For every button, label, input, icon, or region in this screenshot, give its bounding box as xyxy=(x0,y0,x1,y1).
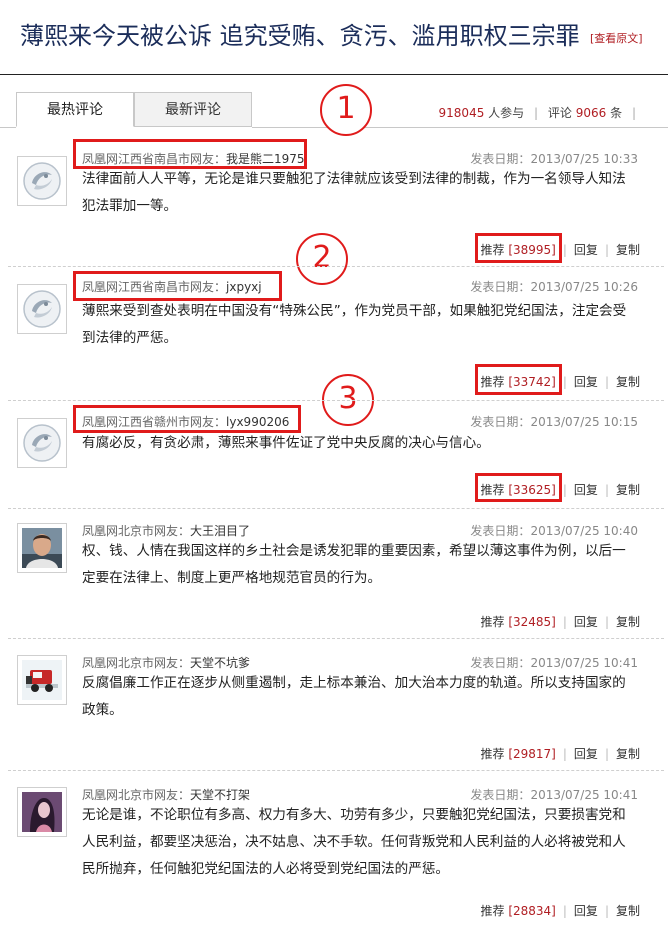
comment-author: 凤凰网北京市网友：天堂不打架 xyxy=(82,786,250,803)
copy-button[interactable]: 复制 xyxy=(616,243,640,257)
reply-button[interactable]: 回复 xyxy=(574,243,598,257)
copy-button[interactable]: 复制 xyxy=(616,483,640,497)
date-prefix: 发表日期： xyxy=(470,788,531,802)
comment-divider xyxy=(8,266,664,267)
participant-count: 918045 xyxy=(438,106,485,120)
comment-date: 发表日期：2013/07/25 10:26 xyxy=(470,278,638,295)
reply-button[interactable]: 回复 xyxy=(574,615,598,629)
participant-label: 人参与 xyxy=(488,106,525,120)
stats-separator: | xyxy=(534,106,539,120)
article-header: 薄熙来今天被公诉 追究受贿、贪污、滥用职权三宗罪 [查看原文] xyxy=(0,0,668,75)
date-prefix: 发表日期： xyxy=(470,152,531,166)
highlight-box-votes-3 xyxy=(475,473,562,502)
recommend-button[interactable]: 推荐 [29817] xyxy=(480,747,555,761)
recommend-count: [28834] xyxy=(508,904,556,918)
date-value: 2013/07/25 10:15 xyxy=(530,415,638,429)
date-value: 2013/07/25 10:41 xyxy=(530,788,638,802)
comment-text: 薄熙来受到查处表明在中国没有“特殊公民”，作为党员干部，如果触犯党纪国法，注定会… xyxy=(82,303,627,346)
comment-text: 有腐必反，有贪必肃，薄熙来事件佐证了党中央反腐的决心与信心。 xyxy=(82,435,490,451)
tab-hot-comments[interactable]: 最热评论 xyxy=(16,92,134,127)
view-original-link[interactable]: [查看原文] xyxy=(590,30,643,46)
phoenix-logo-icon xyxy=(23,290,61,328)
avatar[interactable] xyxy=(17,523,67,573)
comment-stats: 918045 人参与 | 评论 9066 条 | xyxy=(439,104,642,121)
date-prefix: 发表日期： xyxy=(470,415,531,429)
comment-date: 发表日期：2013/07/25 10:41 xyxy=(470,654,638,671)
reply-button[interactable]: 回复 xyxy=(574,375,598,389)
highlight-box-author-3 xyxy=(73,405,301,433)
date-prefix: 发表日期： xyxy=(470,524,531,538)
comment-label: 评论 xyxy=(547,106,572,120)
stats-separator: | xyxy=(631,106,636,120)
recommend-count: [32485] xyxy=(508,615,556,629)
comment-tabs: 最热评论 最新评论 xyxy=(16,92,252,128)
avatar[interactable] xyxy=(17,418,67,468)
comment-unit: 条 xyxy=(610,106,623,120)
comment-date: 发表日期：2013/07/25 10:41 xyxy=(470,786,638,803)
comment-text: 反腐倡廉工作正在逐步从侧重遏制，走上标本兼治、加大治本力度的轨道。所以支持国家的… xyxy=(82,675,626,718)
recommend-button[interactable]: 推荐 [32485] xyxy=(480,615,555,629)
comment-actions: 推荐 [29817] | 回复 | 复制 xyxy=(480,747,640,761)
tab-divider xyxy=(252,127,668,128)
comment-divider xyxy=(8,400,664,401)
comment-date: 发表日期：2013/07/25 10:15 xyxy=(470,413,638,430)
comment-author: 凤凰网北京市网友：大王泪目了 xyxy=(82,522,250,539)
copy-button[interactable]: 复制 xyxy=(616,904,640,918)
date-value: 2013/07/25 10:41 xyxy=(530,656,638,670)
recommend-button[interactable]: 推荐 [28834] xyxy=(480,904,555,918)
comment-divider xyxy=(8,770,664,771)
author-name[interactable]: 天堂不坑爹 xyxy=(190,656,250,670)
author-location: 凤凰网北京市网友： xyxy=(82,524,191,538)
reply-button[interactable]: 回复 xyxy=(574,747,598,761)
recommend-label: 推荐 xyxy=(480,747,505,761)
comment-author: 凤凰网北京市网友：天堂不坑爹 xyxy=(82,654,250,671)
recommend-count: [29817] xyxy=(508,747,556,761)
annotation-circle-2: 2 xyxy=(296,233,348,285)
avatar[interactable] xyxy=(17,655,67,705)
woman-art-avatar xyxy=(22,792,62,832)
highlight-box-votes-2 xyxy=(475,364,562,395)
annotation-circle-1: 1 xyxy=(320,84,372,136)
author-location: 凤凰网北京市网友： xyxy=(82,656,191,670)
tab-new-comments[interactable]: 最新评论 xyxy=(134,92,252,127)
reply-button[interactable]: 回复 xyxy=(574,483,598,497)
date-prefix: 发表日期： xyxy=(470,280,531,294)
comment-date: 发表日期：2013/07/25 10:33 xyxy=(470,150,638,167)
avatar[interactable] xyxy=(17,284,67,334)
reply-button[interactable]: 回复 xyxy=(574,904,598,918)
comment-actions: 推荐 [28834] | 回复 | 复制 xyxy=(480,904,640,918)
tab-divider xyxy=(0,127,16,128)
comment-divider xyxy=(8,638,664,639)
comment-actions: 推荐 [32485] | 回复 | 复制 xyxy=(480,615,640,629)
comment-text: 无论是谁，不论职位有多高、权力有多大、功劳有多少，只要触犯党纪国法，只要损害党和… xyxy=(82,807,626,877)
comment-text: 法律面前人人平等，无论是谁只要触犯了法律就应该受到法律的制裁，作为一名领导人知法… xyxy=(82,171,626,214)
copy-button[interactable]: 复制 xyxy=(616,375,640,389)
man-photo-avatar xyxy=(22,528,62,568)
copy-button[interactable]: 复制 xyxy=(616,615,640,629)
truck-avatar xyxy=(22,660,62,700)
author-name[interactable]: 大王泪目了 xyxy=(190,524,250,538)
date-value: 2013/07/25 10:40 xyxy=(530,524,638,538)
author-location: 凤凰网北京市网友： xyxy=(82,788,191,802)
author-name[interactable]: 天堂不打架 xyxy=(190,788,250,802)
avatar[interactable] xyxy=(17,787,67,837)
comment-count: 9066 xyxy=(575,106,607,120)
recommend-label: 推荐 xyxy=(480,904,505,918)
article-title: 薄熙来今天被公诉 追究受贿、贪污、滥用职权三宗罪 xyxy=(20,22,580,50)
comment-date: 发表日期：2013/07/25 10:40 xyxy=(470,522,638,539)
date-value: 2013/07/25 10:33 xyxy=(530,152,638,166)
highlight-box-votes-1 xyxy=(475,233,562,263)
highlight-box-author-2 xyxy=(73,271,282,301)
comment-text: 权、钱、人情在我国这样的乡土社会是诱发犯罪的重要因素，希望以薄这事件为例，以后一… xyxy=(82,543,626,586)
comment-divider xyxy=(8,508,664,509)
copy-button[interactable]: 复制 xyxy=(616,747,640,761)
avatar[interactable] xyxy=(17,156,67,206)
phoenix-logo-icon xyxy=(23,424,61,462)
date-value: 2013/07/25 10:26 xyxy=(530,280,638,294)
highlight-box-author-1 xyxy=(73,139,307,169)
date-prefix: 发表日期： xyxy=(470,656,531,670)
phoenix-logo-icon xyxy=(23,162,61,200)
recommend-label: 推荐 xyxy=(480,615,505,629)
